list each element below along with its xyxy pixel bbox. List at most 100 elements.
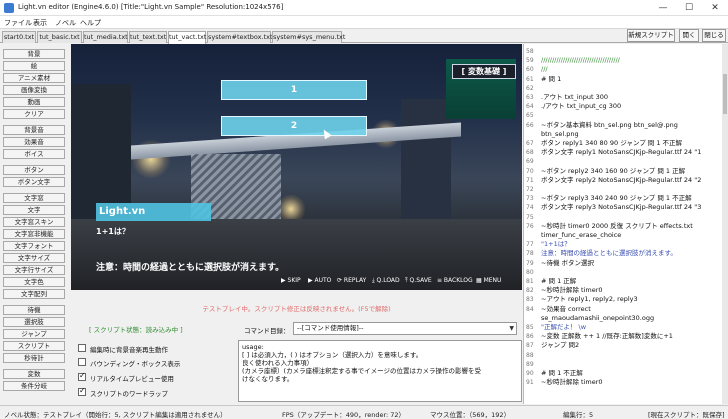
cmd-button-anime[interactable]: アニメ素材 [3, 73, 65, 83]
quickmenu-backlog[interactable]: ≡ BACKLOG [437, 277, 473, 284]
cmd-button-text-align[interactable]: 文字配列 [3, 289, 65, 299]
cmd-button-script[interactable]: スクリプト [3, 341, 65, 351]
cmd-button-button-text[interactable]: ボタン文字 [3, 177, 65, 187]
script-line[interactable]: 81 # 問 1 正解 [526, 277, 721, 285]
usage-textbox[interactable]: usage: [ ] は必須入力，( ) はオプション（選択入力）を意味します。… [238, 340, 522, 402]
script-line[interactable]: 85 "正解だよ！ \w [526, 323, 721, 331]
cmd-button-clear[interactable]: クリア [3, 109, 65, 119]
cmd-button-line-size[interactable]: 文字行サイズ [3, 265, 65, 275]
script-line[interactable]: 68 ボタン文字 reply1 NotoSansCJKjp-Regular.ttf… [526, 148, 721, 156]
menu-novel[interactable]: ノベル [55, 18, 76, 28]
script-line[interactable]: 80 [526, 268, 721, 276]
command-select[interactable]: --[コマンド使用情報]-- ▼ [293, 322, 517, 335]
script-line[interactable]: 79 ~待機 ボタン選択 [526, 259, 721, 267]
script-line[interactable]: 75 [526, 213, 721, 221]
cmd-button-textbox[interactable]: 文字窓 [3, 193, 65, 203]
checkbox-realtime-preview[interactable] [78, 371, 86, 381]
cmd-button-se[interactable]: 効果音 [3, 137, 65, 147]
script-line[interactable]: 91 ~秒時計解除 timer0 [526, 378, 721, 386]
script-line[interactable]: 69 [526, 157, 721, 165]
cmd-button-text-size[interactable]: 文字サイズ [3, 253, 65, 263]
script-line[interactable]: 88 [526, 351, 721, 359]
script-line[interactable]: 78 注意：時間の経過とともに選択肢が消えます。 [526, 249, 721, 257]
script-scrollbar[interactable] [722, 44, 728, 404]
cmd-button-button[interactable]: ボタン [3, 165, 65, 175]
quickmenu-menu[interactable]: ▦ MENU [476, 277, 501, 284]
script-line[interactable]: 59 //////////////////////////////////// [526, 56, 721, 64]
close-window-button[interactable]: ✕ [702, 0, 728, 16]
quickmenu-qload[interactable]: ⤓ Q.LOAD [372, 277, 400, 285]
script-line[interactable]: 72 [526, 185, 721, 193]
script-line[interactable]: 82 ~秒時計解除 timer0 [526, 286, 721, 294]
script-line[interactable]: 58 [526, 47, 721, 55]
menu-help[interactable]: ヘルプ [80, 18, 101, 28]
script-line[interactable]: 84 ~効果音 correct [526, 305, 721, 313]
cmd-button-text[interactable]: 文字 [3, 205, 65, 215]
script-line[interactable]: 61 # 問 1 [526, 75, 721, 83]
maximize-button[interactable]: ☐ [676, 0, 702, 16]
cmd-button-jump[interactable]: ジャンプ [3, 329, 65, 339]
script-line[interactable]: 71 ボタン文字 reply2 NotoSansCJKjp-Regular.ttf… [526, 176, 721, 184]
script-line[interactable]: 74 ボタン文字 reply3 NotoSansCJKjp-Regular.ttf… [526, 203, 721, 211]
tab-start0[interactable]: start0.txt [2, 31, 36, 43]
script-line[interactable]: timer_func_erase_choice [526, 231, 721, 239]
script-line[interactable]: 89 [526, 360, 721, 368]
quickmenu-qsave[interactable]: ⤒ Q.SAVE [405, 277, 432, 285]
cmd-button-image-transform[interactable]: 画像変換 [3, 85, 65, 95]
script-line[interactable]: 66 ~ボタン基本資料 btn_sel.png btn_sel@.png [526, 121, 721, 129]
choice-button-2[interactable]: 2 [221, 116, 367, 136]
cmd-button-text-font[interactable]: 文字フォント [3, 241, 65, 251]
cmd-button-video[interactable]: 動画 [3, 97, 65, 107]
tab-tut-vact[interactable]: tut_vact.txt [168, 31, 206, 44]
checkbox-bgm-on-edit[interactable] [78, 344, 86, 352]
checkbox-bounding-box[interactable] [78, 358, 86, 366]
cmd-button-background[interactable]: 背景 [3, 49, 65, 59]
script-line[interactable]: 76 ~秒時計 timer0 2000 反復 スクリプト effects.txt [526, 222, 721, 230]
quickmenu-skip[interactable]: ▶ SKIP [281, 277, 301, 284]
choice-button-1[interactable]: 1 [221, 80, 367, 100]
script-line[interactable]: 67 ボタン reply1 340 80 90 ジャンプ 問 1 不正解 [526, 139, 721, 147]
open-button[interactable]: 開く [679, 29, 699, 42]
cmd-button-text-color[interactable]: 文字色 [3, 277, 65, 287]
script-line[interactable]: 77 "1+1は？ [526, 240, 721, 248]
cmd-button-voice[interactable]: ボイス [3, 149, 65, 159]
minimize-button[interactable]: — [650, 0, 676, 16]
script-editor[interactable]: 58 59 ////////////////////////////////////… [523, 44, 728, 404]
quickmenu-auto[interactable]: ▶ AUTO [308, 277, 331, 284]
tab-tut-basic[interactable]: tut_basic.txt [37, 31, 82, 43]
script-line[interactable]: 70 ~ボタン reply2 340 160 90 ジャンプ 問 1 正解 [526, 167, 721, 175]
script-line[interactable]: se_maoudamashii_onepoint30.ogg [526, 314, 721, 322]
script-line[interactable]: 64 ./アウト txt_input_cg 300 [526, 102, 721, 110]
game-preview[interactable]: [ 変数基礎 ] 1 2 Light.vn 1+1は？ 注意：時間の経過とともに… [71, 44, 522, 290]
cmd-button-textbox-skin[interactable]: 文字窓スキン [3, 217, 65, 227]
tab-system-textbox[interactable]: system#textbox.txt [207, 31, 273, 43]
cmd-button-textbox-nonfunc[interactable]: 文字窓非機能 [3, 229, 65, 239]
cmd-button-condition[interactable]: 条件分岐 [3, 381, 65, 391]
scrollbar-thumb[interactable] [723, 74, 727, 114]
cmd-button-wait[interactable]: 待機 [3, 305, 65, 315]
cmd-button-timer[interactable]: 秒待計 [3, 353, 65, 363]
checkbox-word-wrap[interactable] [78, 386, 86, 396]
tab-tut-media[interactable]: tut_media.txt [83, 31, 128, 43]
script-line[interactable]: 65 [526, 111, 721, 119]
script-line[interactable]: 62 [526, 84, 721, 92]
script-line[interactable]: 90 # 問 1 不正解 [526, 369, 721, 377]
menu-view[interactable]: 表示 [33, 18, 47, 28]
script-line[interactable]: 83 ~アウト reply1, reply2, reply3 [526, 295, 721, 303]
cmd-button-image[interactable]: 絵 [3, 61, 65, 71]
script-line[interactable]: 60 /// [526, 65, 721, 73]
menu-file[interactable]: ファイル [4, 18, 32, 28]
script-line[interactable]: 73 ~ボタン reply3 340 240 90 ジャンプ 問 1 不正解 [526, 194, 721, 202]
close-script-button[interactable]: 閉じる [702, 29, 726, 42]
new-script-button[interactable]: 新規スクリプト [627, 29, 675, 42]
script-line[interactable]: btn_sel.png [526, 130, 721, 138]
cmd-button-bgm[interactable]: 背景音 [3, 125, 65, 135]
tab-tut-text[interactable]: tut_text.txt [129, 31, 167, 43]
tab-system-sys-menu[interactable]: system#sys_menu.txt [272, 31, 345, 43]
script-line[interactable]: 63 .アウト txt_input 300 [526, 93, 721, 101]
quickmenu-replay[interactable]: ⟳ REPLAY [337, 277, 366, 284]
script-line[interactable]: 87 ジャンプ 問2 [526, 341, 721, 349]
cmd-button-variable[interactable]: 変数 [3, 369, 65, 379]
cmd-button-choice[interactable]: 選択肢 [3, 317, 65, 327]
script-line[interactable]: 86 ~変数 正解数 ++ 1 //既存:正解数]変数に+1 [526, 332, 721, 340]
